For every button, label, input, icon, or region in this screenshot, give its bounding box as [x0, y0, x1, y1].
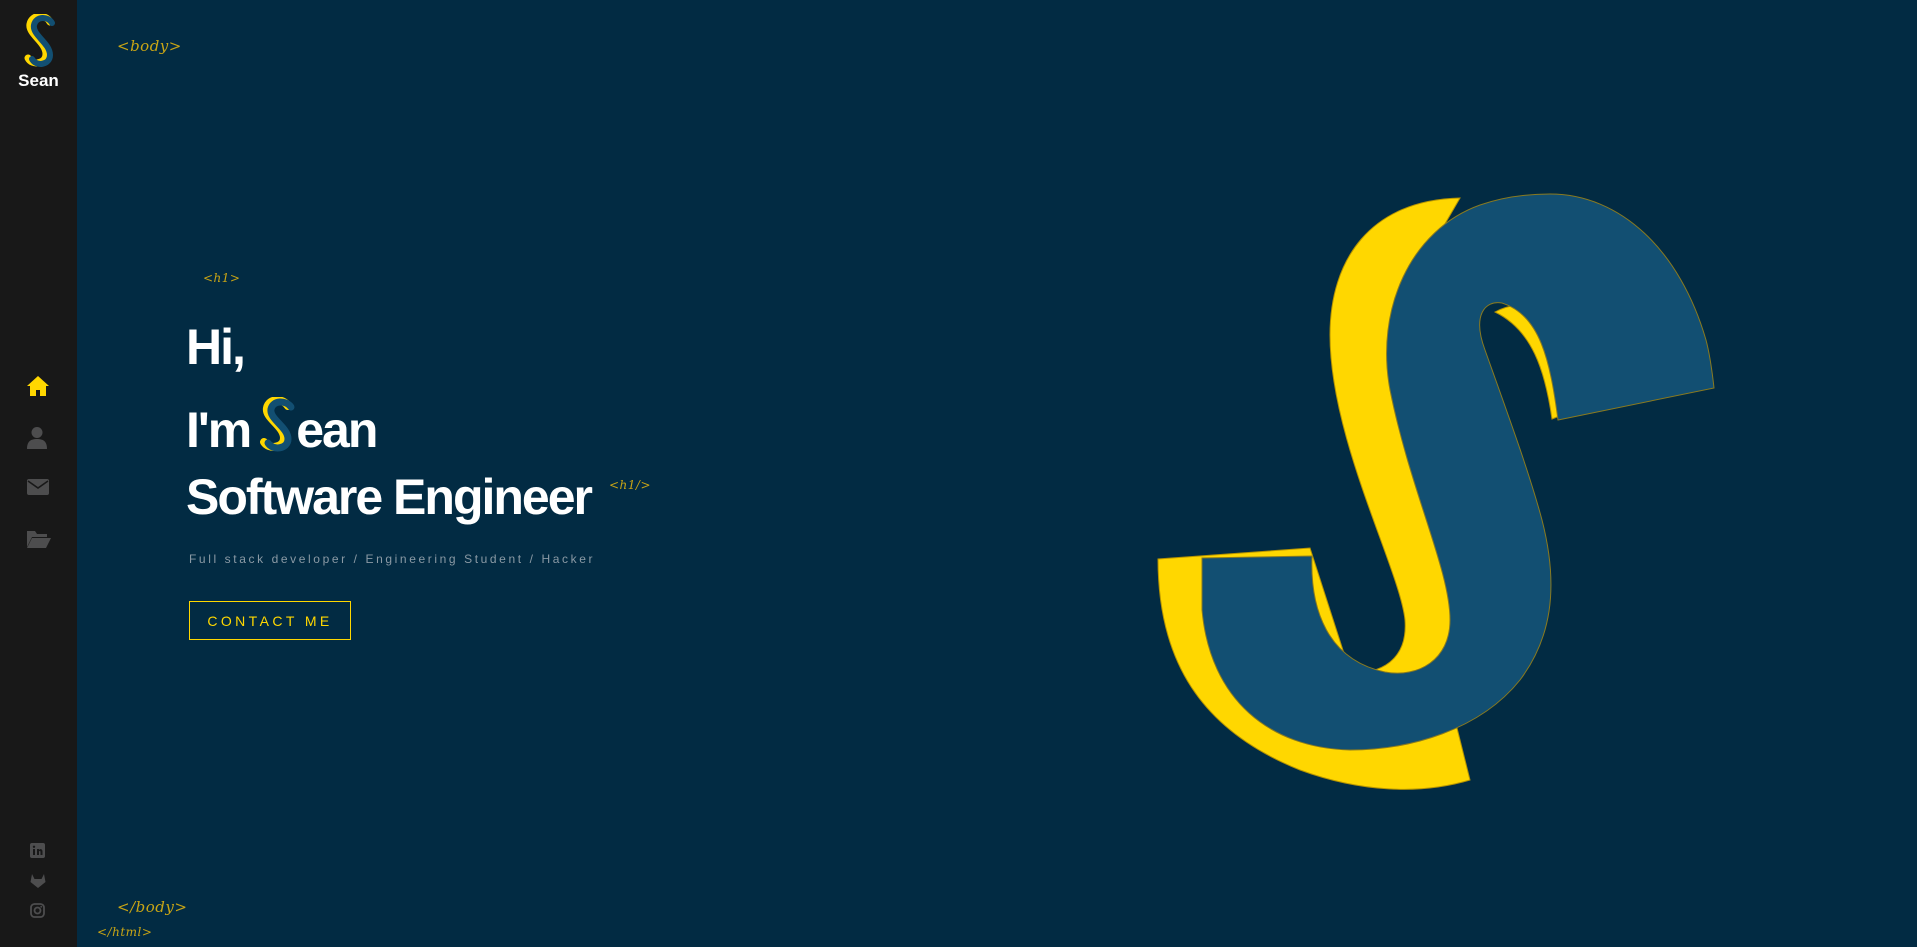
hero-role: Software Engineer	[186, 469, 593, 525]
linkedin-icon	[30, 843, 45, 858]
html-close-tag: </html>	[97, 925, 153, 939]
social-instagram[interactable]	[0, 903, 77, 933]
nav-home[interactable]	[0, 362, 77, 413]
big-s-logo-icon	[1157, 193, 1715, 790]
gitlab-icon	[30, 874, 46, 888]
instagram-icon	[30, 903, 45, 918]
contact-me-button[interactable]: CONTACT ME	[189, 601, 351, 640]
s-logo-icon	[24, 14, 55, 67]
user-icon	[27, 427, 47, 449]
social-links	[0, 843, 77, 933]
body-open-tag: <body>	[117, 37, 182, 55]
body-close-tag: </body>	[117, 898, 188, 916]
nav-contact[interactable]	[0, 464, 77, 515]
hero-subtitle: Full stack developer / Engineering Stude…	[189, 552, 596, 566]
s-logo-letter-icon	[258, 396, 298, 461]
hero-name-prefix: I'm	[186, 402, 252, 458]
nav-about[interactable]	[0, 413, 77, 464]
logo-link[interactable]: Sean	[0, 14, 77, 91]
social-linkedin[interactable]	[0, 843, 77, 873]
h1-close-tag: <h1/>	[609, 478, 652, 492]
home-icon	[27, 376, 49, 396]
hero-name-line: I'm ean	[186, 396, 378, 461]
logo-name: Sean	[18, 71, 59, 90]
hero-name-suffix: ean	[296, 402, 378, 458]
social-gitlab[interactable]	[0, 873, 77, 903]
envelope-icon	[27, 479, 49, 495]
nav-portfolio[interactable]	[0, 515, 77, 566]
main-nav	[0, 362, 77, 566]
sidebar: Sean	[0, 0, 77, 947]
hero-greeting: Hi,	[186, 319, 246, 375]
folder-open-icon	[27, 531, 51, 548]
h1-open-tag: <h1>	[203, 271, 241, 285]
page: Sean <body> <h1> <h1/> </body> </html> H…	[0, 0, 1917, 947]
